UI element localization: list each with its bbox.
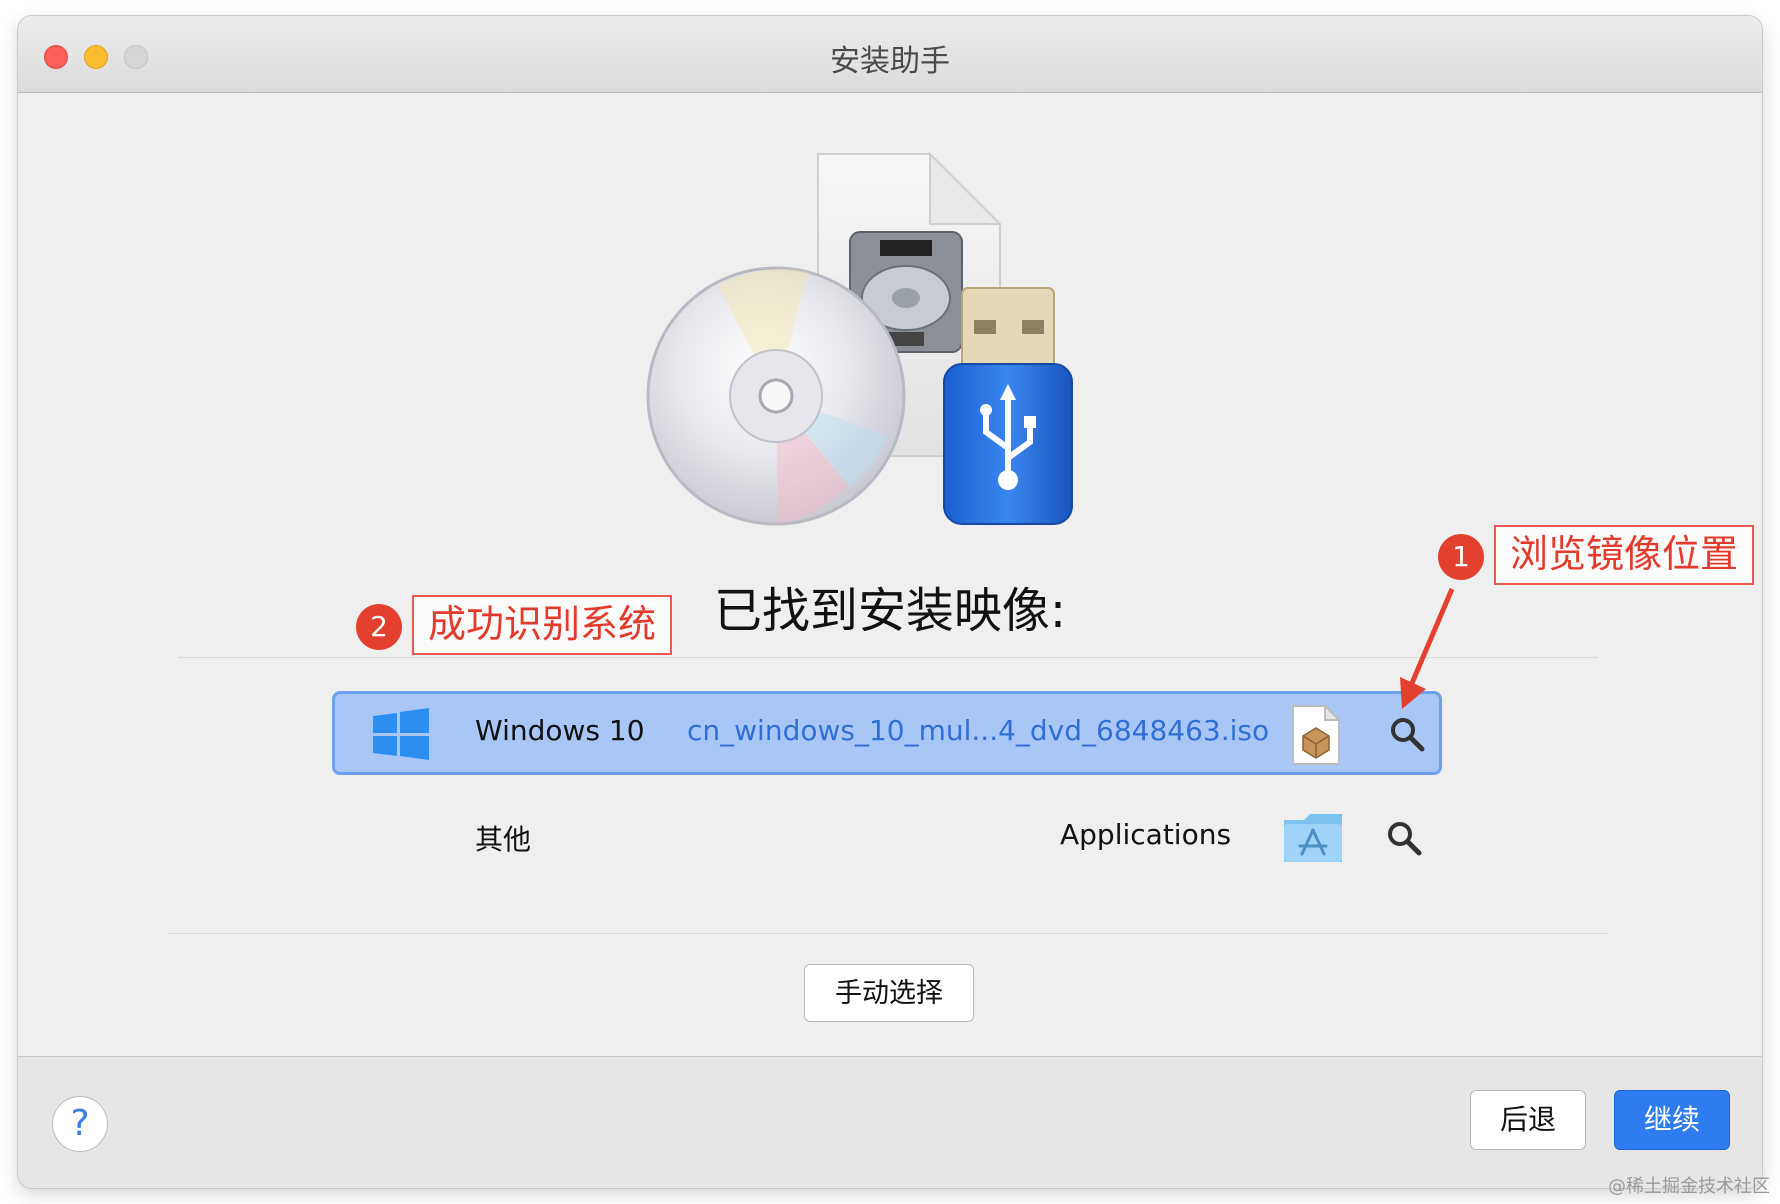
back-button[interactable]: 后退 <box>1470 1090 1586 1150</box>
annotation-badge-2: 2 <box>356 604 402 650</box>
annotation-label-2: 成功识别系统 <box>412 595 673 655</box>
help-button[interactable]: ? <box>52 1096 108 1152</box>
annotation-label-1: 浏览镜像位置 <box>1494 525 1755 585</box>
location-label: Applications <box>1060 818 1232 851</box>
manual-select-button[interactable]: 手动选择 <box>804 964 974 1022</box>
usb-drive-icon <box>943 287 1073 525</box>
cd-disc-icon <box>646 266 906 526</box>
applications-folder-icon <box>1284 814 1342 862</box>
installer-window: 安装助手 已找到安装映像: Windows 10 cn_windows_10_m… <box>18 16 1762 1188</box>
list-bottom-divider <box>168 933 1608 934</box>
annotation-badge-1: 1 <box>1438 534 1484 580</box>
annotation-arrow-icon <box>1400 588 1455 709</box>
os-name-label: Windows 10 <box>475 714 645 747</box>
window-title: 安装助手 <box>830 44 950 79</box>
watermark: @稀土掘金技术社区 <box>1608 1176 1770 1197</box>
continue-button[interactable]: 继续 <box>1614 1090 1730 1150</box>
install-media-illustration <box>646 151 1073 526</box>
iso-file-icon <box>1292 704 1341 765</box>
image-row-other[interactable]: 其他 Applications <box>332 798 1442 882</box>
image-row-windows[interactable]: Windows 10 cn_windows_10_mul...4_dvd_684… <box>332 691 1442 775</box>
windows-logo-icon <box>373 708 429 760</box>
os-name-label: 其他 <box>475 823 532 856</box>
browse-search-icon[interactable] <box>1386 820 1422 856</box>
browse-search-icon[interactable] <box>1389 716 1425 752</box>
iso-path-label: cn_windows_10_mul...4_dvd_6848463.iso <box>687 714 1270 747</box>
title-bar: 安装助手 <box>18 16 1762 93</box>
list-top-divider <box>178 657 1598 658</box>
